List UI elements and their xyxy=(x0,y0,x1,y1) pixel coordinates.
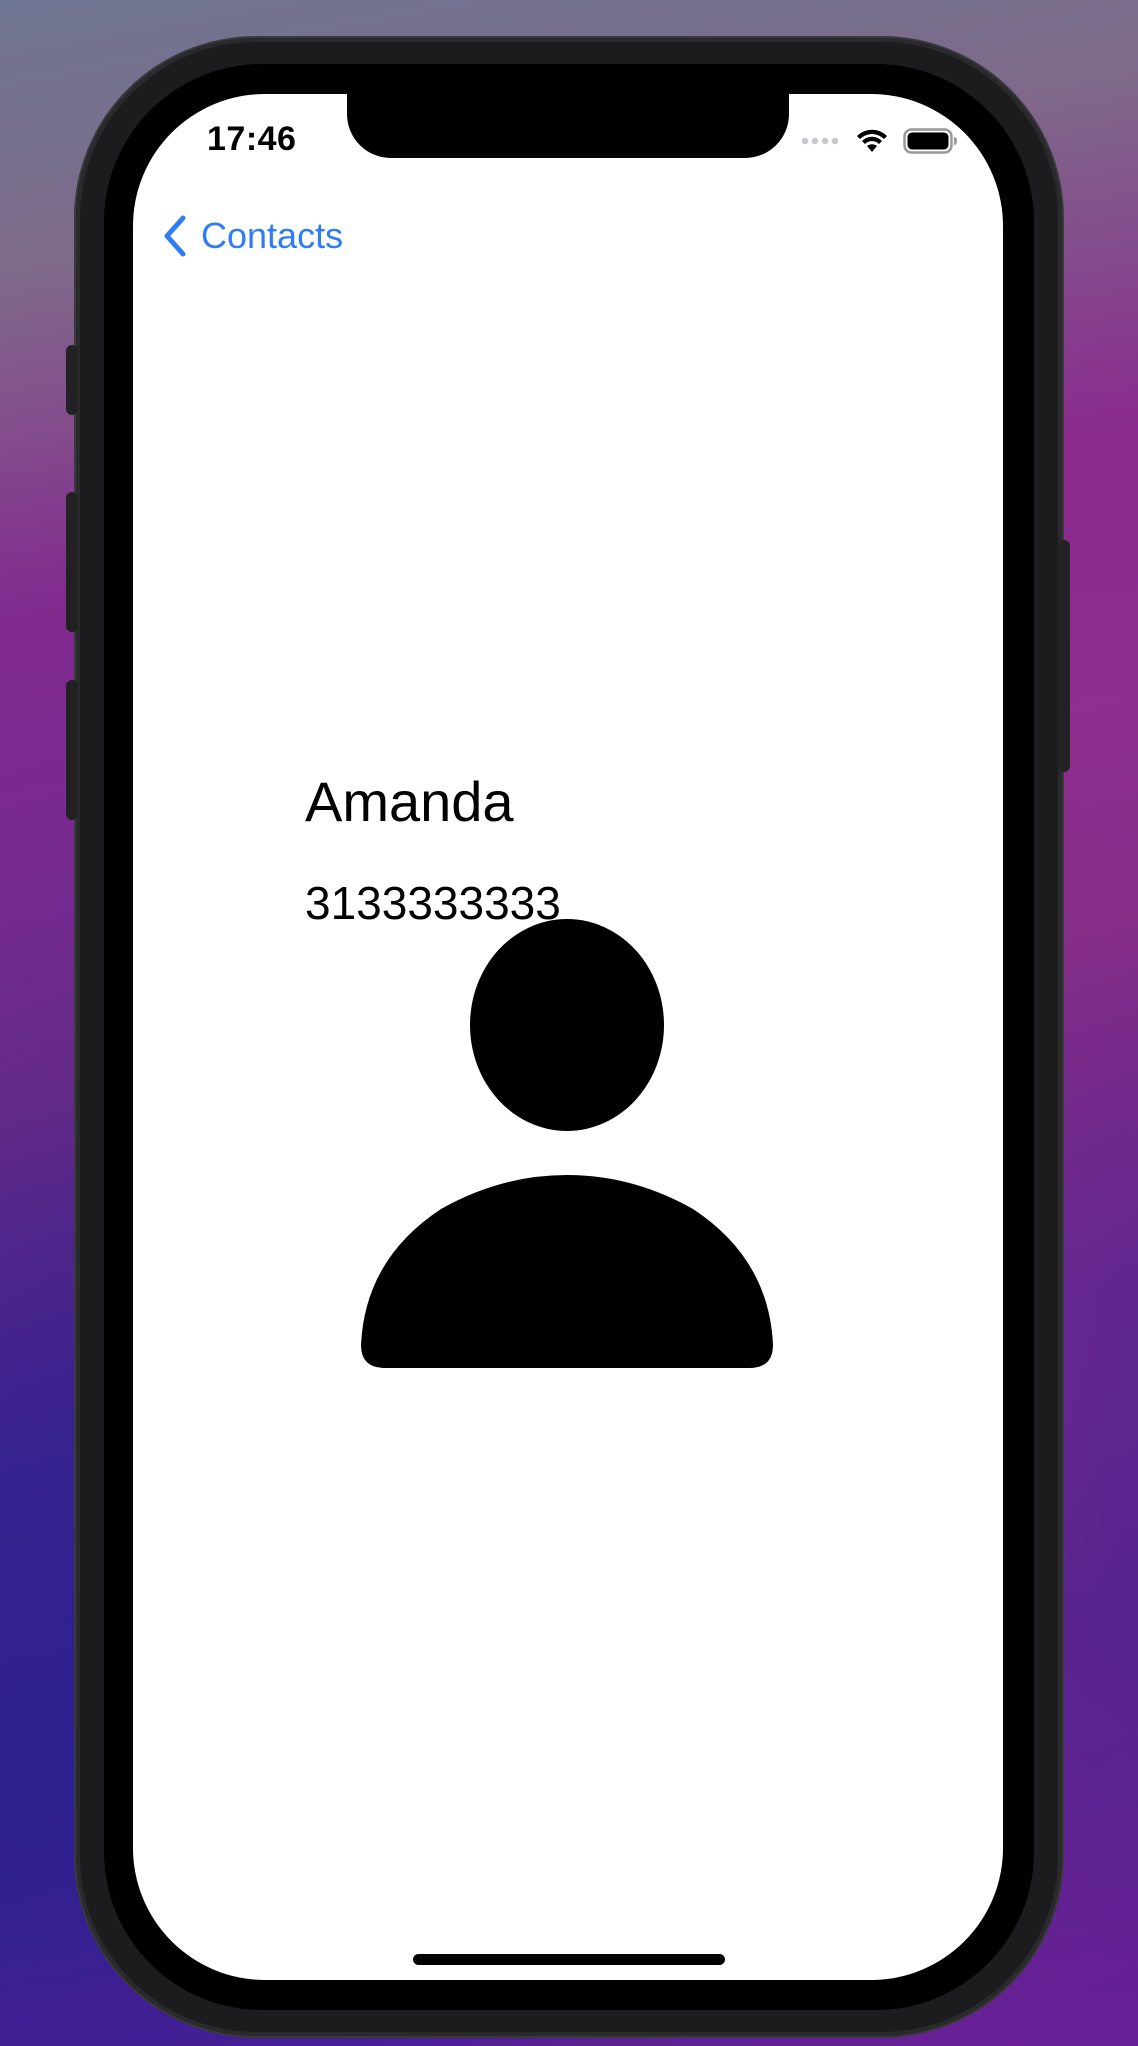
contact-name: Amanda xyxy=(305,770,514,833)
status-time: 17:46 xyxy=(207,120,297,158)
back-button-label: Contacts xyxy=(201,215,344,256)
mute-switch xyxy=(66,345,78,415)
back-button[interactable]: Contacts xyxy=(159,210,343,262)
cellular-signal-icon xyxy=(801,137,839,145)
volume-down-button xyxy=(66,680,78,820)
app-screen: 17:46 Contacts Amanda 3133333333 xyxy=(133,94,1003,1980)
person-silhouette-icon xyxy=(361,919,773,1368)
volume-up-button xyxy=(66,492,78,632)
notch xyxy=(347,94,789,158)
home-indicator[interactable] xyxy=(413,1954,725,1965)
power-button xyxy=(1058,540,1070,772)
chevron-left-icon xyxy=(164,215,186,257)
battery-icon xyxy=(903,128,957,154)
status-icons xyxy=(801,126,959,156)
wifi-icon xyxy=(857,129,887,152)
